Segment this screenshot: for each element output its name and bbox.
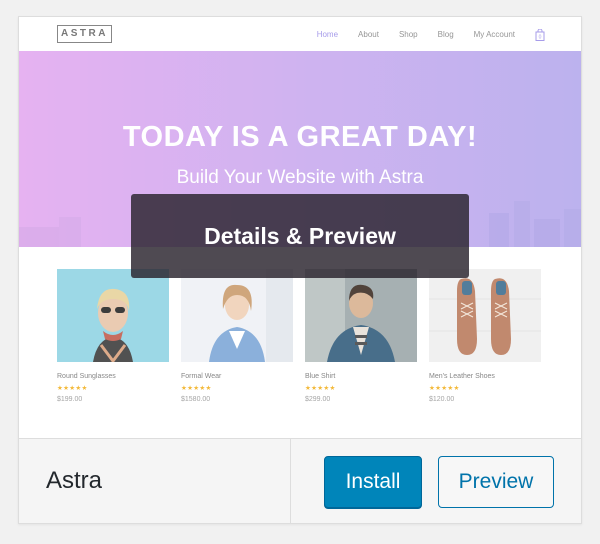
theme-card[interactable]: ASTRA Home About Shop Blog My Account 0 (18, 16, 582, 524)
preview-button[interactable]: Preview (438, 456, 554, 508)
theme-screenshot[interactable]: ASTRA Home About Shop Blog My Account 0 (19, 17, 581, 438)
install-button[interactable]: Install (324, 456, 422, 508)
details-preview-overlay[interactable]: Details & Preview (131, 194, 469, 278)
theme-name: Astra (46, 467, 103, 494)
theme-actions-bar: Astra Install Preview (19, 438, 581, 523)
footer-divider (290, 439, 291, 523)
